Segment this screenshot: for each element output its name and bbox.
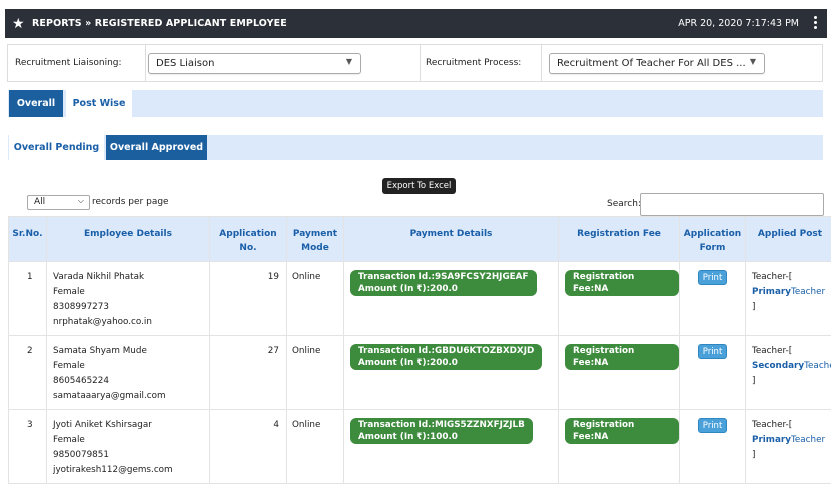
employee-details: Samata Shyam Mude Female 8605465224 sama… <box>47 336 210 410</box>
current-datetime: APR 20, 2020 7:17:43 PM <box>678 18 799 29</box>
applied-post: Teacher-[ PrimaryTeacher ] <box>746 262 831 336</box>
payment-badge: Transaction Id.:GBDU6KTOZBXDXJD Amount (… <box>350 344 542 370</box>
chevron-down-icon: ▼ <box>346 57 352 66</box>
application-no: 27 <box>210 336 287 410</box>
registration-fee: Registration Fee:NA <box>559 262 680 336</box>
col-payment-mode[interactable]: PaymentMode <box>287 217 344 262</box>
registration-fee-badge: Registration Fee:NA <box>565 270 679 296</box>
more-menu-icon[interactable] <box>814 16 818 31</box>
print-button[interactable]: Print <box>698 270 727 285</box>
payment-amount: Amount (In ₹):200.0 <box>358 357 534 369</box>
applied-post: Teacher-[ PrimaryTeacher ] <box>746 410 831 484</box>
main-tabbar: Overall Post Wise <box>8 90 823 117</box>
application-form: Print <box>680 410 746 484</box>
tab-overall[interactable]: Overall <box>9 90 63 117</box>
payment-amount: Amount (In ₹):200.0 <box>358 283 529 295</box>
transaction-id: Transaction Id.:GBDU6KTOZBXDXJD <box>358 345 534 357</box>
process-label-cell: Recruitment Process: <box>426 45 521 81</box>
filter-panel: Recruitment Liaisoning: DES Liaison ▼ Re… <box>7 44 823 82</box>
col-payment-details[interactable]: Payment Details <box>344 217 559 262</box>
divider <box>145 45 146 81</box>
col-application-form[interactable]: ApplicationForm <box>680 217 746 262</box>
employee-name: Samata Shyam Mude <box>53 344 209 359</box>
employee-gender: Female <box>53 433 209 448</box>
employee-phone: 8308997273 <box>53 300 209 315</box>
liaison-label: Recruitment Liaisoning: <box>15 58 122 68</box>
employee-email: nrphatak@yahoo.co.in <box>53 315 209 330</box>
divider <box>420 45 421 81</box>
application-no: 4 <box>210 410 287 484</box>
process-select-value: Recruitment Of Teacher For All DES ... <box>557 58 746 69</box>
table-row: 2 Samata Shyam Mude Female 8605465224 sa… <box>9 336 831 410</box>
tab-overall-pending[interactable]: Overall Pending <box>9 135 104 160</box>
employee-details: Jyoti Aniket Kshirsagar Female 985007985… <box>47 410 210 484</box>
col-employee-details[interactable]: Employee Details <box>47 217 210 262</box>
table-row: 3 Jyoti Aniket Kshirsagar Female 9850079… <box>9 410 831 484</box>
application-no: 19 <box>210 262 287 336</box>
registration-fee: Registration Fee:NA <box>559 410 680 484</box>
applicant-table: Sr.No. Employee Details ApplicationNo. P… <box>8 216 831 484</box>
employee-gender: Female <box>53 359 209 374</box>
employee-phone: 8605465224 <box>53 374 209 389</box>
post-type: Primary <box>752 435 791 445</box>
payment-mode: Online <box>287 336 344 410</box>
post-type: Primary <box>752 287 791 297</box>
records-length-value: All <box>34 197 45 207</box>
employee-name: Jyoti Aniket Kshirsagar <box>53 418 209 433</box>
liaison-label-cell: Recruitment Liaisoning: <box>15 45 122 81</box>
employee-phone: 9850079851 <box>53 448 209 463</box>
export-excel-button[interactable]: Export To Excel <box>382 178 456 194</box>
payment-mode: Online <box>287 262 344 336</box>
application-form: Print <box>680 262 746 336</box>
liaison-select-value: DES Liaison <box>156 58 214 69</box>
payment-badge: Transaction Id.:9SA9FCSY2HJGEAF Amount (… <box>350 270 537 296</box>
payment-details: Transaction Id.:GBDU6KTOZBXDXJD Amount (… <box>344 336 559 410</box>
col-sr-no[interactable]: Sr.No. <box>9 217 47 262</box>
transaction-id: Transaction Id.:MIGS5ZZNXFJZJLB <box>358 419 525 431</box>
row-sr: 1 <box>9 262 47 336</box>
print-button[interactable]: Print <box>698 344 727 359</box>
employee-email: samataaarya@gmail.com <box>53 389 209 404</box>
chevron-down-icon: ⌵ <box>78 196 84 206</box>
registration-fee-badge: Registration Fee:NA <box>565 344 679 370</box>
search-input[interactable] <box>640 193 824 216</box>
chevron-down-icon: ▼ <box>750 57 756 66</box>
star-icon: ★ <box>12 16 32 32</box>
tab-overall-approved[interactable]: Overall Approved <box>106 135 207 160</box>
page-title: REPORTS » REGISTERED APPLICANT EMPLOYEE <box>32 18 287 29</box>
employee-details: Varada Nikhil Phatak Female 8308997273 n… <box>47 262 210 336</box>
liaison-select[interactable]: DES Liaison ▼ <box>148 53 361 74</box>
applied-post: Teacher-[ SecondaryTeacher ] <box>746 336 831 410</box>
application-form: Print <box>680 336 746 410</box>
payment-details: Transaction Id.:9SA9FCSY2HJGEAF Amount (… <box>344 262 559 336</box>
table-header-row: Sr.No. Employee Details ApplicationNo. P… <box>9 217 831 262</box>
post-type: Secondary <box>752 361 804 371</box>
col-application-no[interactable]: ApplicationNo. <box>210 217 287 262</box>
process-select[interactable]: Recruitment Of Teacher For All DES ... ▼ <box>549 53 765 74</box>
employee-name: Varada Nikhil Phatak <box>53 270 209 285</box>
employee-gender: Female <box>53 285 209 300</box>
col-registration-fee[interactable]: Registration Fee <box>559 217 680 262</box>
page-header: ★ REPORTS » REGISTERED APPLICANT EMPLOYE… <box>5 9 827 38</box>
table-row: 1 Varada Nikhil Phatak Female 8308997273… <box>9 262 831 336</box>
payment-amount: Amount (In ₹):100.0 <box>358 431 525 443</box>
col-applied-post[interactable]: Applied Post <box>746 217 831 262</box>
search-label: Search: <box>607 199 641 209</box>
sub-tabbar: Overall Pending Overall Approved <box>8 135 823 160</box>
row-sr: 3 <box>9 410 47 484</box>
payment-mode: Online <box>287 410 344 484</box>
payment-badge: Transaction Id.:MIGS5ZZNXFJZJLB Amount (… <box>350 418 533 444</box>
print-button[interactable]: Print <box>698 418 727 433</box>
registration-fee-badge: Registration Fee:NA <box>565 418 679 444</box>
divider <box>541 45 542 81</box>
transaction-id: Transaction Id.:9SA9FCSY2HJGEAF <box>358 271 529 283</box>
row-sr: 2 <box>9 336 47 410</box>
process-label: Recruitment Process: <box>426 58 521 68</box>
registration-fee: Registration Fee:NA <box>559 336 680 410</box>
records-per-page-label: records per page <box>92 197 169 207</box>
payment-details: Transaction Id.:MIGS5ZZNXFJZJLB Amount (… <box>344 410 559 484</box>
tab-post-wise[interactable]: Post Wise <box>66 90 132 117</box>
records-length-select[interactable]: All ⌵ <box>27 195 90 210</box>
